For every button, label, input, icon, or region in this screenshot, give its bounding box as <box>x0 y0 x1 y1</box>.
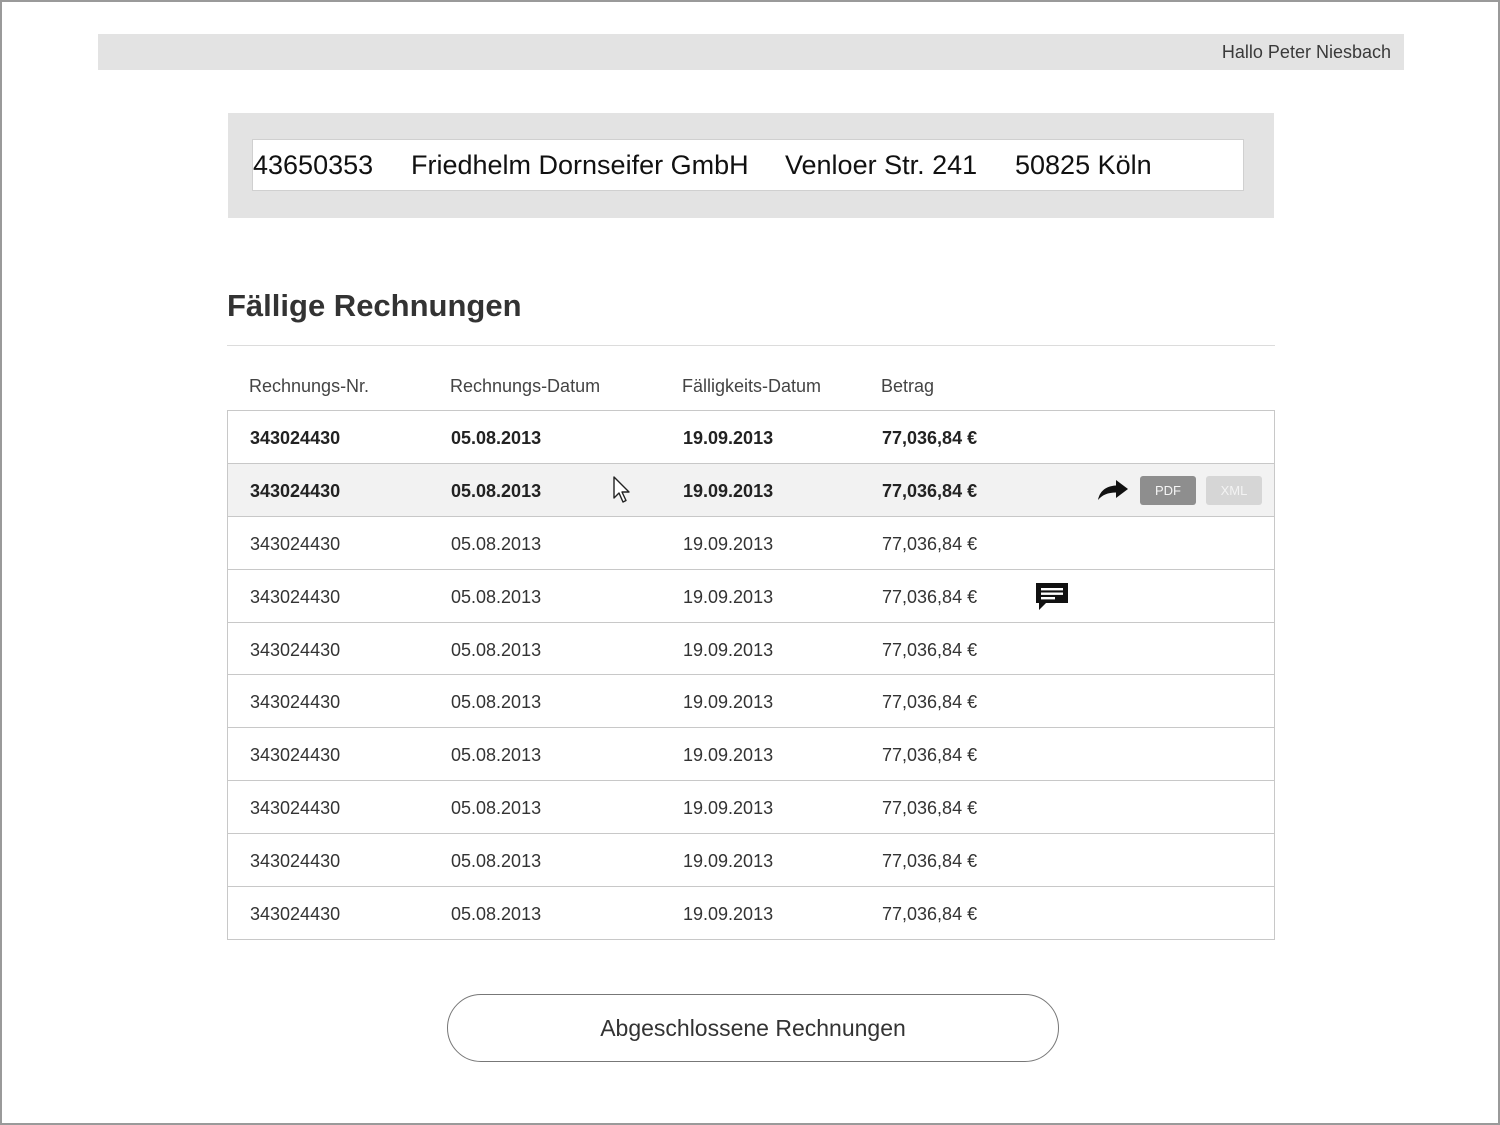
cell-faellig: 19.09.2013 <box>683 745 774 766</box>
customer-number: 43650353 <box>253 150 374 180</box>
cell-nr: 343024430 <box>250 798 341 819</box>
cell-faellig: 19.09.2013 <box>683 798 774 819</box>
customer-name: Friedhelm Dornseifer GmbH <box>411 150 749 180</box>
table-row[interactable]: 343024430 05.08.2013 19.09.2013 77,036,8… <box>228 834 1274 888</box>
cell-datum: 05.08.2013 <box>451 851 542 872</box>
pdf-download-button[interactable]: PDF <box>1140 475 1196 505</box>
table-row[interactable]: 343024430 05.08.2013 19.09.2013 77,036,8… <box>228 411 1274 464</box>
page-title: Fällige Rechnungen <box>227 288 522 323</box>
cell-nr: 343024430 <box>250 428 341 448</box>
table-header: Rechnungs-Nr. Rechnungs-Datum Fälligkeit… <box>227 370 1275 406</box>
cell-nr: 343024430 <box>250 904 341 925</box>
column-header-betrag[interactable]: Betrag <box>881 376 934 397</box>
cell-betrag: 77,036,84 € <box>882 851 978 872</box>
cell-betrag: 77,036,84 € <box>882 798 978 819</box>
forward-arrow-icon[interactable] <box>1096 477 1130 503</box>
cell-faellig: 19.09.2013 <box>683 639 774 660</box>
invoice-table: 343024430 05.08.2013 19.09.2013 77,036,8… <box>227 410 1275 940</box>
top-bar: Hallo Peter Niesbach <box>98 34 1404 70</box>
cell-datum: 05.08.2013 <box>451 904 542 925</box>
cell-betrag: 77,036,84 € <box>882 533 978 554</box>
cell-datum: 05.08.2013 <box>451 745 542 766</box>
cell-nr: 343024430 <box>250 745 341 766</box>
table-row[interactable]: 343024430 05.08.2013 19.09.2013 77,036,8… <box>228 887 1274 940</box>
cell-betrag: 77,036,84 € <box>882 480 978 501</box>
cell-faellig: 19.09.2013 <box>683 480 774 501</box>
cell-betrag: 77,036,84 € <box>882 692 978 713</box>
table-row-hovered[interactable]: 343024430 05.08.2013 19.09.2013 77,036,8… <box>228 463 1274 517</box>
cell-datum: 05.08.2013 <box>451 480 542 501</box>
cell-nr: 343024430 <box>250 692 341 713</box>
cell-betrag: 77,036,84 € <box>882 639 978 660</box>
cell-nr: 343024430 <box>250 639 341 660</box>
comment-icon[interactable] <box>1034 581 1070 613</box>
cell-datum: 05.08.2013 <box>451 586 542 607</box>
cell-nr: 343024430 <box>250 851 341 872</box>
cell-nr: 343024430 <box>250 586 341 607</box>
table-row[interactable]: 343024430 05.08.2013 19.09.2013 77,036,8… <box>228 781 1274 835</box>
cell-datum: 05.08.2013 <box>451 692 542 713</box>
cell-betrag: 77,036,84 € <box>882 428 978 448</box>
cell-faellig: 19.09.2013 <box>683 428 774 448</box>
xml-download-button[interactable]: XML <box>1206 475 1262 505</box>
cell-nr: 343024430 <box>250 533 341 554</box>
cell-datum: 05.08.2013 <box>451 428 542 448</box>
table-row[interactable]: 343024430 05.08.2013 19.09.2013 77,036,8… <box>228 728 1274 782</box>
customer-city: 50825 Köln <box>1015 150 1152 180</box>
cell-datum: 05.08.2013 <box>451 533 542 554</box>
cell-betrag: 77,036,84 € <box>882 745 978 766</box>
cell-datum: 05.08.2013 <box>451 798 542 819</box>
cell-faellig: 19.09.2013 <box>683 586 774 607</box>
table-row[interactable]: 343024430 05.08.2013 19.09.2013 77,036,8… <box>228 569 1274 623</box>
table-row[interactable]: 343024430 05.08.2013 19.09.2013 77,036,8… <box>228 675 1274 729</box>
title-divider <box>227 345 1275 346</box>
customer-panel: 43650353 Friedhelm Dornseifer GmbH Venlo… <box>228 113 1274 218</box>
closed-invoices-button[interactable]: Abgeschlossene Rechnungen <box>447 994 1059 1062</box>
table-row[interactable]: 343024430 05.08.2013 19.09.2013 77,036,8… <box>228 516 1274 570</box>
cell-nr: 343024430 <box>250 480 341 501</box>
column-header-datum[interactable]: Rechnungs-Datum <box>450 376 600 397</box>
cell-betrag: 77,036,84 € <box>882 904 978 925</box>
cell-faellig: 19.09.2013 <box>683 533 774 554</box>
column-header-faellig[interactable]: Fälligkeits-Datum <box>682 376 821 397</box>
column-header-nr[interactable]: Rechnungs-Nr. <box>249 376 369 397</box>
cell-betrag: 77,036,84 € <box>882 586 978 607</box>
customer-info-box: 43650353 Friedhelm Dornseifer GmbH Venlo… <box>252 139 1244 191</box>
user-greeting: Hallo Peter Niesbach <box>1221 42 1391 62</box>
cell-faellig: 19.09.2013 <box>683 851 774 872</box>
cell-datum: 05.08.2013 <box>451 639 542 660</box>
mouse-cursor-icon <box>613 476 630 503</box>
cell-faellig: 19.09.2013 <box>683 904 774 925</box>
cell-faellig: 19.09.2013 <box>683 692 774 713</box>
customer-street: Venloer Str. 241 <box>785 150 978 180</box>
table-row[interactable]: 343024430 05.08.2013 19.09.2013 77,036,8… <box>228 622 1274 676</box>
